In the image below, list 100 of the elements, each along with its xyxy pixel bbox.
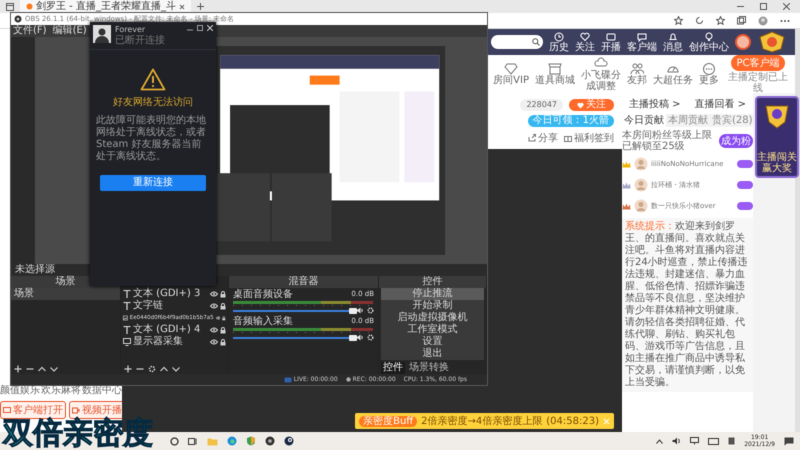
store-icon [548, 62, 562, 75]
panel-link[interactable]: 主播投稿 > [628, 99, 681, 111]
add-icon[interactable] [124, 365, 132, 373]
category-nav-item[interactable]: 更多 [699, 62, 719, 86]
favorites-icon[interactable] [716, 16, 725, 25]
collections-icon[interactable] [737, 16, 746, 25]
join-fan-button[interactable]: 成为粉 [719, 134, 753, 148]
maximize-icon[interactable] [760, 3, 767, 10]
header-nav-item[interactable]: 创作中心 [689, 32, 729, 52]
eye-icon[interactable] [216, 315, 220, 321]
close-icon[interactable] [178, 4, 185, 10]
crest-logo [757, 31, 787, 53]
refresh-icon[interactable] [695, 16, 704, 25]
dock-tab[interactable]: 场景转换 [407, 362, 451, 374]
video-camera-icon [72, 406, 80, 414]
promo-widget[interactable]: 主播闯关 赢大奖 [755, 96, 799, 178]
dock-tab[interactable]: 控件 [381, 362, 405, 374]
down-icon[interactable] [172, 365, 180, 373]
source-item[interactable]: 显示器采集 [121, 336, 228, 348]
menu-item[interactable]: 编辑(E) [52, 25, 87, 37]
search-circle-icon[interactable] [170, 436, 179, 446]
source-item[interactable]: 文本 (GDI+) 4 [121, 324, 228, 336]
source-item[interactable]: 文字链 [121, 300, 228, 312]
browser-icon[interactable] [227, 436, 237, 446]
header-nav-item[interactable]: 历史 [549, 32, 569, 52]
share-link[interactable]: 分享 [528, 131, 558, 145]
header-nav-item[interactable]: 客户端 [627, 32, 657, 52]
up-icon[interactable] [160, 365, 168, 373]
more-icon[interactable] [780, 18, 790, 22]
task-view-icon[interactable] [188, 436, 198, 446]
warning-icon [140, 68, 166, 91]
scene-item[interactable]: 场景 [11, 288, 120, 300]
window-icon[interactable] [6, 2, 14, 10]
speaker-icon[interactable] [356, 307, 364, 314]
shield-icon[interactable] [246, 436, 256, 446]
reconnect-button[interactable]: 重新连接 [100, 175, 206, 191]
profile-icon[interactable] [758, 16, 768, 26]
up-icon[interactable] [38, 365, 46, 373]
follower-count: 228047 [520, 99, 563, 111]
down-icon[interactable] [50, 365, 58, 373]
eye-icon[interactable] [210, 339, 218, 345]
client-note: 主播定制已上线 [727, 72, 789, 94]
control-button[interactable]: 开始录制 [381, 300, 484, 312]
menu-item[interactable]: 文件(F) [13, 25, 47, 37]
avatar-icon [634, 157, 648, 171]
category-nav-item[interactable]: 道具商城 [535, 62, 575, 86]
settings-icon[interactable] [148, 365, 156, 373]
more-icon [702, 62, 716, 75]
status-label: 未选择源 [14, 264, 56, 276]
steam-icon[interactable] [284, 436, 294, 446]
text-icon [123, 326, 131, 334]
keyboard-icon[interactable] [708, 438, 720, 444]
lock-icon[interactable] [222, 314, 226, 322]
control-button[interactable]: 退出 [381, 348, 484, 360]
connection-status: 已断开连接 [115, 35, 166, 46]
lock-icon[interactable] [220, 302, 226, 310]
category-nav-item[interactable]: 友邦 [627, 62, 647, 86]
control-button[interactable]: 工作室模式 [381, 324, 484, 336]
clock-icon [554, 32, 564, 42]
header-nav-item[interactable]: 消息 [663, 32, 683, 52]
settings-icon[interactable] [367, 307, 374, 314]
category-nav-item[interactable]: 房间VIP [493, 62, 529, 86]
recorder-icon[interactable] [265, 436, 275, 446]
search-field[interactable] [491, 35, 543, 49]
eye-icon[interactable] [210, 291, 218, 297]
search-icon [532, 38, 540, 46]
panel-link[interactable]: 直播回看 > [694, 99, 746, 111]
checkin-link[interactable]: 福利签到 [564, 131, 614, 145]
settings-icon[interactable] [367, 334, 374, 341]
minimize-icon[interactable] [737, 3, 744, 10]
eye-icon[interactable] [210, 303, 218, 309]
new-tab-icon[interactable] [196, 3, 204, 10]
text-icon [123, 290, 131, 298]
header-nav-item[interactable]: 开播 [601, 32, 621, 52]
notification-icon[interactable] [784, 436, 794, 446]
close-icon[interactable] [783, 3, 790, 10]
browser-tab[interactable]: 剑罗王 - 直播_王者荣耀直播_斗 [20, 0, 191, 13]
fan-badge-icon [737, 160, 753, 168]
control-button[interactable]: 停止推流 [381, 288, 484, 300]
ranking-tab[interactable]: 今日贡献 [622, 114, 666, 127]
channel-name: 音频输入采集 [233, 316, 293, 327]
add-icon[interactable] [14, 365, 22, 373]
lock-icon[interactable] [220, 338, 226, 346]
control-button[interactable]: 启动虚拟摄像机 [381, 312, 484, 324]
speaker-icon[interactable] [356, 334, 364, 341]
speaker-icon[interactable] [672, 437, 682, 445]
lock-icon[interactable] [220, 290, 226, 298]
category-nav-item[interactable]: 大超任务 [653, 62, 693, 86]
header-nav-item[interactable]: 关注 [575, 32, 595, 52]
eye-icon[interactable] [210, 327, 218, 333]
network-icon[interactable] [690, 437, 700, 445]
control-button[interactable]: 设置 [381, 336, 484, 348]
caret-up-icon[interactable] [656, 438, 664, 444]
star-icon[interactable] [674, 16, 683, 25]
share-icon [528, 134, 536, 142]
source-item[interactable]: 文本 (GDI+) 3 [121, 288, 228, 300]
category-nav-item[interactable]: 小飞碟分成调整 [581, 56, 621, 92]
maximize-icon[interactable] [197, 25, 203, 31]
user-avatar[interactable] [735, 34, 751, 50]
lock-icon[interactable] [220, 326, 226, 334]
